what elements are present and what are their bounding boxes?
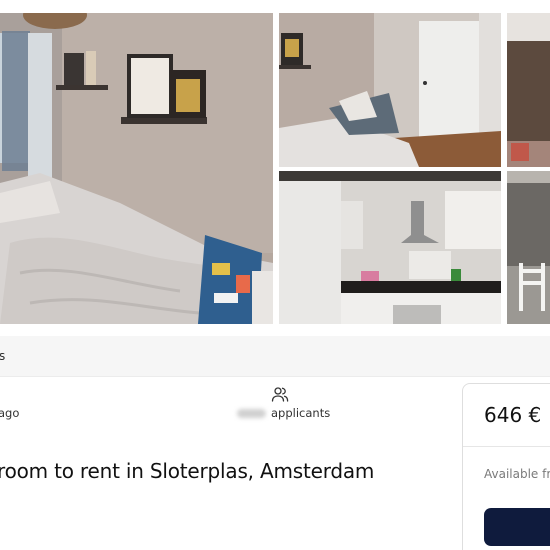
breadcrumb-bar: s — [0, 336, 550, 377]
price-divider — [463, 446, 550, 447]
applicants-label: applicants — [271, 406, 331, 420]
breadcrumb[interactable]: s — [0, 349, 5, 363]
gallery-photo-2[interactable] — [279, 13, 501, 167]
gallery-photo-4[interactable] — [279, 171, 501, 324]
room-corner-photo — [507, 13, 550, 167]
posted-time: ago — [0, 406, 20, 420]
listing-page: s ago applicants room to rent in Sloterp… — [0, 0, 550, 550]
price-card: 646 € Available fr — [462, 383, 550, 550]
photo-gallery — [0, 0, 550, 326]
applicants-icon — [271, 385, 289, 403]
bedroom-photo — [0, 13, 273, 324]
gallery-photo-5[interactable] — [507, 171, 550, 324]
applicants-count-blurred — [237, 409, 266, 418]
listing-title: room to rent in Sloterplas, Amsterdam — [0, 459, 375, 483]
contact-button[interactable] — [484, 508, 550, 546]
gallery-photo-main[interactable] — [0, 13, 273, 324]
price-value: 646 € — [484, 403, 542, 427]
kitchen-photo — [279, 171, 501, 324]
gallery-photo-3[interactable] — [507, 13, 550, 167]
available-from-label: Available fr — [484, 467, 550, 481]
bedroom-door-photo — [279, 13, 501, 167]
dining-photo — [507, 171, 550, 324]
